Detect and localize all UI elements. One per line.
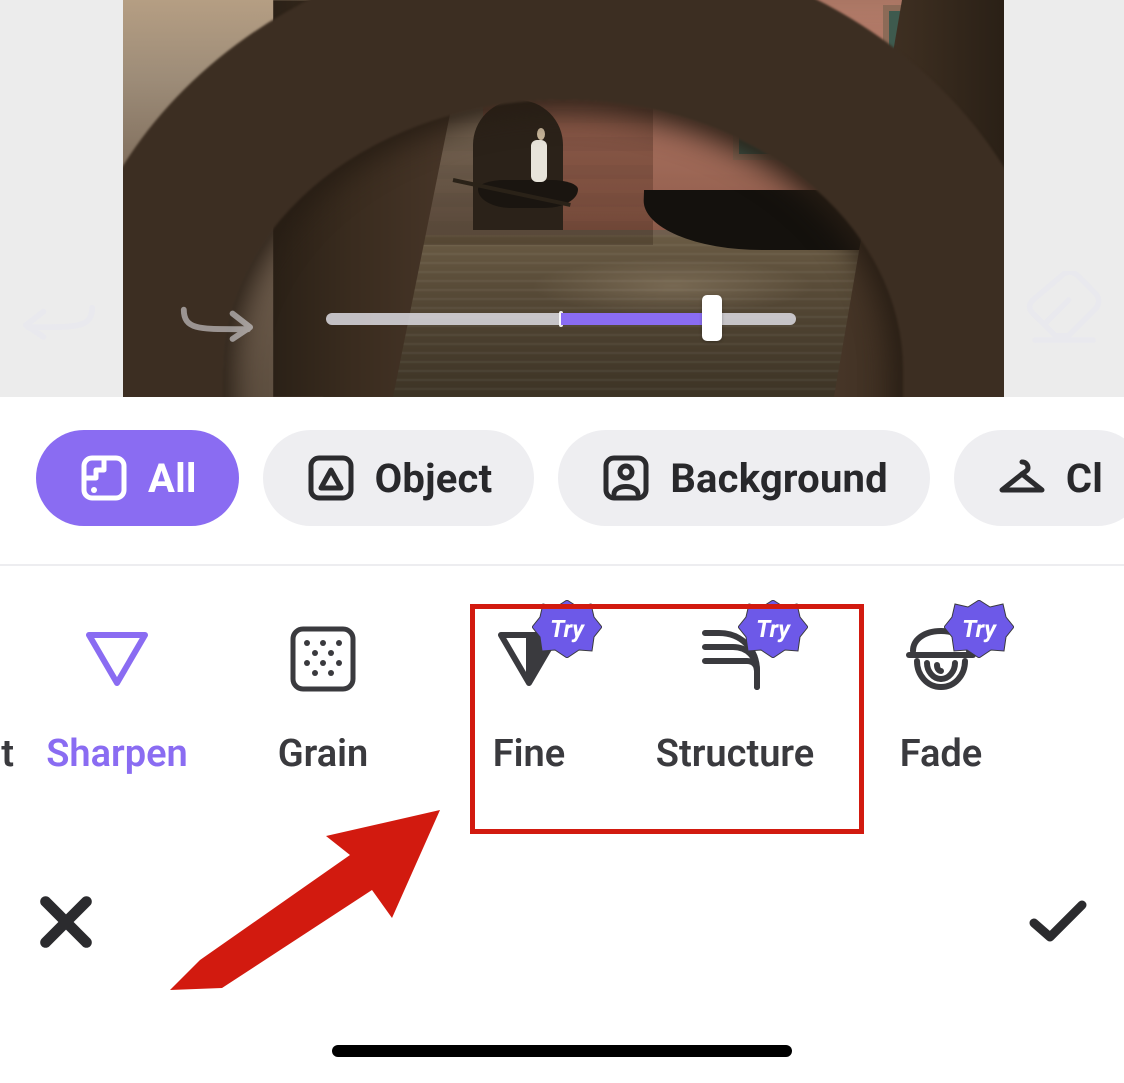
try-badge-label: Try [962, 615, 996, 643]
slider-thumb[interactable] [702, 295, 722, 341]
eraser-icon [1024, 271, 1102, 349]
scope-pill-label: Cl [1066, 455, 1103, 502]
tool-label: Sharpen [46, 732, 188, 776]
cancel-button[interactable] [36, 892, 96, 952]
tool-grain[interactable]: Grain [220, 620, 426, 776]
puzzle-icon [78, 452, 130, 504]
apply-button[interactable] [1028, 892, 1088, 952]
eraser-button[interactable] [1024, 280, 1102, 340]
triangle-icon [79, 621, 155, 697]
tool-label: Grain [278, 732, 368, 776]
tool-fine[interactable]: Try Fine [426, 620, 632, 776]
scope-pill-label: All [148, 455, 197, 502]
tool-strip[interactable]: st Sharpen [0, 620, 1124, 820]
app-root: All Object Background Cl [0, 0, 1124, 1083]
tool-sharpen[interactable]: Sharpen [14, 620, 220, 776]
scope-pill-clothes[interactable]: Cl [954, 430, 1124, 526]
try-badge: Try [738, 600, 808, 658]
redo-button[interactable] [176, 290, 254, 350]
slider-fill [561, 313, 706, 325]
scope-pill-label: Object [375, 455, 493, 502]
tool-fade[interactable]: Try Fade [838, 620, 1044, 776]
check-icon [1028, 897, 1088, 947]
tool-structure[interactable]: Try Structure [632, 620, 838, 776]
try-badge-label: Try [550, 615, 584, 643]
home-indicator [332, 1045, 792, 1057]
grain-icon [285, 621, 361, 697]
scope-pill-all[interactable]: All [36, 430, 239, 526]
canvas-area [0, 0, 1124, 397]
try-badge-label: Try [756, 615, 790, 643]
scope-pill-label: Background [670, 455, 888, 502]
scope-pill-background[interactable]: Background [558, 430, 930, 526]
undo-button[interactable] [22, 288, 100, 348]
tool-label: st [0, 732, 14, 776]
tool-label: Fade [900, 732, 983, 776]
undo-icon [22, 294, 100, 343]
tool-label: Fine [493, 732, 565, 776]
person-icon [600, 452, 652, 504]
image-preview[interactable] [123, 0, 1004, 397]
redo-icon [176, 296, 254, 345]
object-icon [305, 452, 357, 504]
tool-label: Structure [656, 732, 814, 776]
close-icon [36, 892, 96, 952]
try-badge: Try [944, 600, 1014, 658]
tool-contrast[interactable]: st [0, 620, 14, 776]
divider [0, 564, 1124, 566]
try-badge: Try [532, 600, 602, 658]
scope-pill-object[interactable]: Object [263, 430, 535, 526]
scope-filter-row: All Object Background Cl [0, 428, 1124, 528]
hanger-icon [996, 452, 1048, 504]
adjustment-slider[interactable] [326, 309, 796, 327]
